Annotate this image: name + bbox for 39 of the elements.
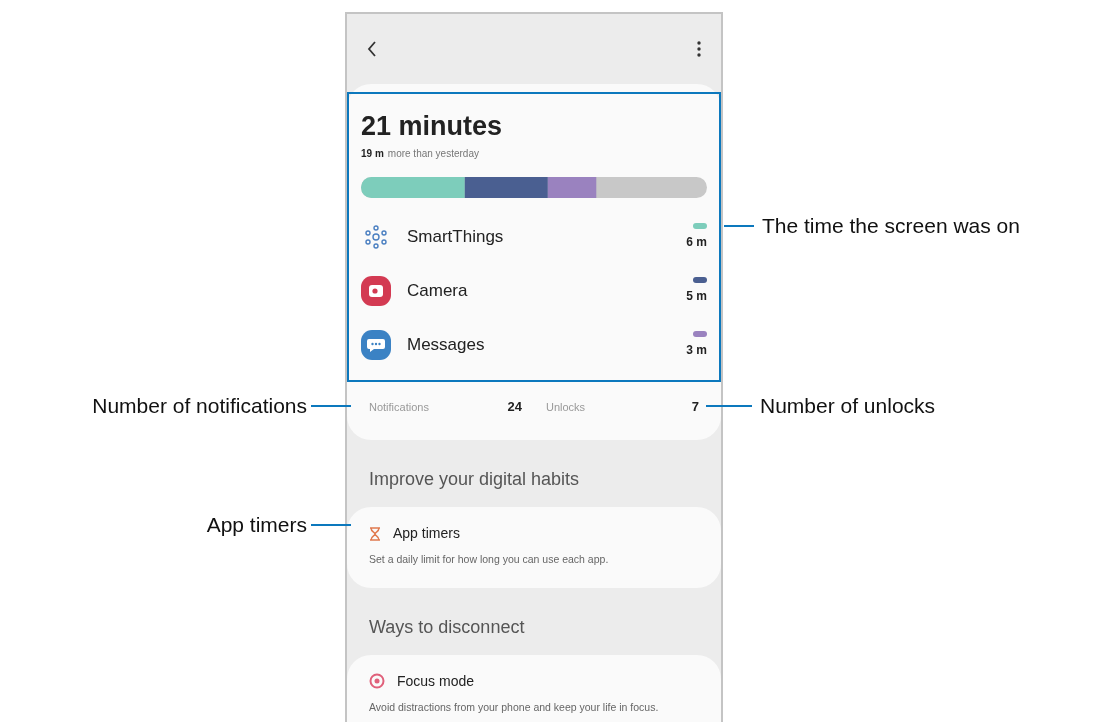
feature-title: Focus mode bbox=[397, 671, 475, 691]
stat-value: 7 bbox=[691, 398, 699, 417]
app-time: 3 m bbox=[686, 342, 707, 359]
feature-title: App timers bbox=[393, 524, 460, 543]
leader-line bbox=[706, 404, 752, 407]
app-name: SmartThings bbox=[407, 226, 505, 249]
feature-description: Avoid distractions from your phone and keep your life in focus. bbox=[369, 699, 660, 715]
hourglass-icon bbox=[369, 526, 381, 541]
app-time: 6 m bbox=[686, 234, 707, 251]
stat-value: 24 bbox=[507, 398, 522, 417]
callout-label: Number of notifications bbox=[92, 393, 307, 419]
target-icon bbox=[369, 673, 385, 690]
app-row[interactable]: Camera 5 m bbox=[361, 264, 707, 318]
app-time: 5 m bbox=[686, 288, 707, 305]
app-row[interactable]: SmartThings 6 m bbox=[361, 210, 707, 264]
leader-line bbox=[311, 523, 351, 526]
callout-label: The time the screen was on bbox=[762, 213, 1020, 239]
app-row[interactable]: Messages 3 m bbox=[361, 318, 707, 372]
more-options-icon[interactable] bbox=[697, 41, 701, 57]
network-nodes-icon bbox=[364, 225, 388, 249]
leader-line bbox=[724, 224, 754, 227]
feature-description: Set a daily limit for how long you can use each app. bbox=[369, 552, 610, 567]
app-name: Camera bbox=[407, 280, 469, 303]
section-title: Improve your digital habits bbox=[368, 468, 581, 491]
section-title: Ways to disconnect bbox=[368, 615, 526, 639]
feature-card[interactable]: App timers Set a daily limit for how long you can use each app. bbox=[347, 507, 721, 588]
app-name: Messages bbox=[407, 334, 486, 357]
leader-line bbox=[311, 404, 351, 407]
callout-label: App timers bbox=[206, 512, 307, 538]
delta-value: 19 m bbox=[361, 147, 384, 161]
stat-label: Unlocks bbox=[546, 399, 586, 415]
chat-bubble-icon bbox=[361, 330, 391, 360]
back-icon[interactable] bbox=[367, 41, 377, 57]
stat-label: Notifications bbox=[369, 399, 429, 415]
feature-card[interactable]: Focus mode Avoid distractions from your phone and keep your life in focus. bbox=[347, 654, 721, 722]
total-time: 21 minutes bbox=[361, 110, 504, 142]
callout-label: Number of unlocks bbox=[760, 393, 936, 419]
camera-icon bbox=[361, 276, 391, 306]
delta-text: more than yesterday bbox=[387, 147, 479, 161]
